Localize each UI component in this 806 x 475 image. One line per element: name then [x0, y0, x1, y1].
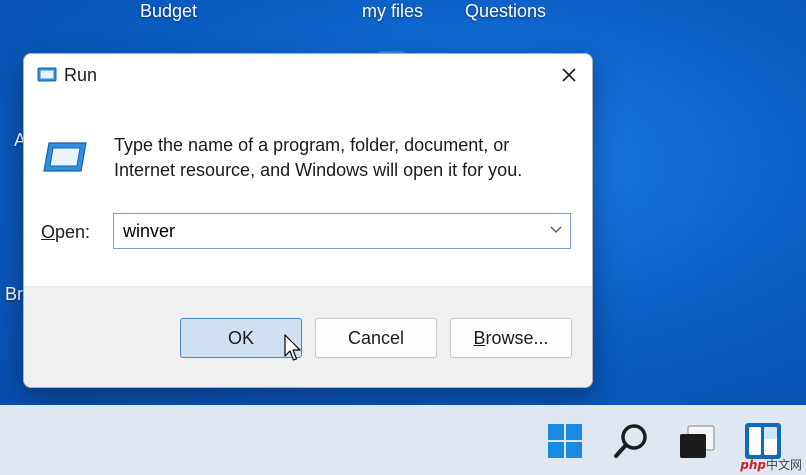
desktop-item-my-files[interactable]: my files	[362, 1, 423, 22]
run-dialog: Run Type the name of a program, folder, …	[23, 53, 593, 388]
title-bar[interactable]: Run	[24, 54, 592, 96]
open-label-mnemonic: O	[41, 222, 56, 242]
cancel-button[interactable]: Cancel	[315, 318, 437, 358]
task-view-button[interactable]	[675, 419, 719, 463]
windows-start-icon	[548, 424, 582, 458]
desktop-item-budget[interactable]: Budget	[140, 1, 197, 22]
open-input[interactable]	[114, 214, 543, 248]
search-icon	[614, 424, 647, 458]
description-line-1: Type the name of a program, folder, docu…	[114, 135, 510, 155]
open-label: Open:	[41, 222, 90, 243]
run-icon	[37, 67, 57, 82]
browse-button[interactable]: Browse...	[450, 318, 572, 358]
chevron-down-icon[interactable]	[550, 226, 562, 234]
mouse-cursor-icon	[284, 334, 301, 361]
run-program-icon	[43, 142, 87, 172]
start-button[interactable]	[543, 419, 587, 463]
description-line-2: Internet resource, and Windows will open…	[114, 160, 523, 180]
button-area: OK Cancel Browse...	[24, 286, 592, 387]
close-button[interactable]	[546, 54, 592, 96]
desktop-item-questions[interactable]: Questions	[465, 1, 546, 22]
watermark-brand: php	[740, 458, 766, 472]
open-combobox[interactable]	[113, 213, 571, 249]
dialog-description: Type the name of a program, folder, docu…	[114, 133, 564, 183]
watermark: php中文网	[740, 456, 802, 473]
task-view-icon	[680, 425, 715, 458]
taskbar	[0, 405, 806, 475]
open-label-text: pen:	[55, 222, 91, 242]
browse-mnemonic: B	[473, 327, 486, 348]
search-button[interactable]	[609, 419, 653, 463]
watermark-site: 中文网	[765, 458, 802, 472]
close-icon	[562, 68, 576, 82]
browse-label: rowse...	[485, 327, 549, 348]
dialog-title: Run	[64, 65, 98, 85]
